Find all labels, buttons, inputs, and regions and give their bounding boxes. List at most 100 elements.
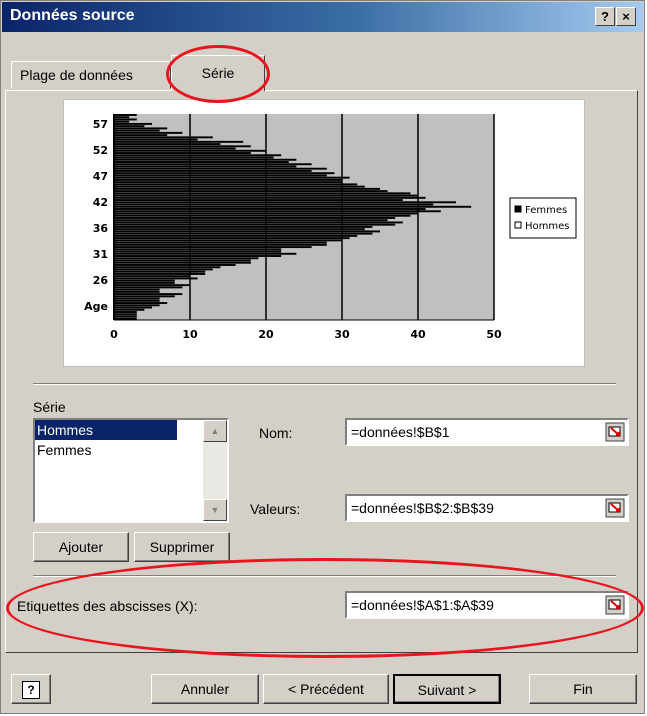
- x-tick-label: 10: [182, 328, 198, 341]
- bar-femmes: [114, 237, 350, 240]
- bar-femmes: [114, 268, 213, 271]
- title-bar: Données source ? ×: [2, 2, 643, 32]
- bar-femmes: [114, 250, 282, 253]
- bar-femmes: [114, 178, 342, 181]
- bar-hommes: [114, 149, 266, 152]
- chart-svg: 0 10 20 30 40 50 Age 26 31 36 42 47 52 57 Femmes Hommes: [84, 114, 577, 341]
- bar-hommes: [114, 279, 175, 282]
- bar-femmes: [114, 116, 130, 119]
- bar-hommes: [114, 221, 403, 224]
- bar-femmes: [114, 187, 380, 190]
- bar-hommes: [114, 302, 168, 305]
- bar-hommes: [114, 114, 137, 116]
- bar-hommes: [114, 306, 152, 309]
- legend-label: Femmes: [525, 205, 567, 216]
- scroll-down-icon[interactable]: ▼: [203, 499, 227, 521]
- x-tick-label: 0: [110, 328, 118, 341]
- bar-femmes: [114, 281, 175, 284]
- bar-hommes: [114, 208, 426, 210]
- bar-hommes: [114, 234, 358, 237]
- bar-hommes: [114, 145, 251, 148]
- y-tick-label: 36: [93, 222, 109, 235]
- bar-femmes: [114, 165, 297, 168]
- valeurs-field[interactable]: =données!$B$2:$B$39: [345, 494, 629, 522]
- bar-hommes: [114, 190, 388, 193]
- legend-swatch: [514, 205, 522, 213]
- range-selector-icon[interactable]: [605, 422, 625, 442]
- bar-hommes: [114, 230, 380, 233]
- scroll-up-icon[interactable]: ▲: [203, 420, 227, 442]
- bar-hommes: [114, 217, 396, 219]
- bar-hommes: [114, 176, 350, 179]
- add-series-button[interactable]: Ajouter: [33, 532, 129, 562]
- bar-femmes: [114, 138, 198, 141]
- bar-femmes: [114, 125, 145, 128]
- bar-femmes: [114, 286, 183, 289]
- close-button[interactable]: ×: [616, 7, 636, 26]
- nom-value: =données!$B$1: [351, 424, 450, 440]
- bar-femmes: [114, 259, 251, 262]
- bar-femmes: [114, 228, 365, 231]
- bar-hommes: [114, 270, 206, 273]
- y-tick-label: 31: [93, 248, 108, 261]
- legend-swatch: [514, 221, 522, 229]
- range-selector-icon[interactable]: [605, 498, 625, 518]
- finish-button[interactable]: Fin: [529, 674, 637, 704]
- bar-femmes: [114, 219, 388, 222]
- bar-femmes: [114, 241, 327, 244]
- y-tick-label: 42: [93, 196, 108, 209]
- y-tick-label: 52: [93, 144, 108, 157]
- highlight-circle-tab: [166, 45, 270, 103]
- bar-hommes: [114, 243, 327, 246]
- bar-hommes: [114, 131, 183, 134]
- bar-hommes: [114, 140, 244, 143]
- bar-femmes: [114, 308, 145, 311]
- bar-femmes: [114, 152, 251, 155]
- y-tick-label: 47: [93, 170, 108, 183]
- bar-femmes: [114, 210, 441, 213]
- bar-hommes: [114, 194, 418, 197]
- serie-group-label: Série: [33, 399, 66, 415]
- bar-hommes: [114, 311, 137, 313]
- bar-femmes: [114, 161, 289, 163]
- bar-hommes: [114, 284, 190, 287]
- bar-hommes: [114, 252, 297, 255]
- series-listbox[interactable]: Hommes Femmes ▲ ▼: [33, 418, 229, 523]
- bar-hommes: [114, 118, 137, 121]
- remove-series-button[interactable]: Supprimer: [134, 532, 230, 562]
- bar-femmes: [114, 120, 130, 123]
- bar-femmes: [114, 299, 160, 302]
- bar-femmes: [114, 255, 282, 258]
- bar-hommes: [114, 154, 282, 157]
- nom-label: Nom:: [259, 425, 293, 441]
- series-item-hommes[interactable]: Hommes: [35, 420, 177, 440]
- help-title-button[interactable]: ?: [595, 7, 615, 26]
- highlight-circle-abscisses: [6, 558, 644, 658]
- bar-hommes: [114, 136, 213, 139]
- bar-femmes: [114, 290, 160, 293]
- series-scrollbar[interactable]: ▲ ▼: [203, 420, 227, 521]
- valeurs-label: Valeurs:: [250, 501, 301, 517]
- bar-femmes: [114, 201, 456, 204]
- bar-femmes: [114, 232, 373, 235]
- separator-top: [33, 383, 616, 385]
- cancel-button[interactable]: Annuler: [151, 674, 259, 704]
- bar-femmes: [114, 134, 168, 137]
- tab-plage-de-donnees[interactable]: Plage de données: [11, 61, 171, 89]
- help-button[interactable]: ?: [11, 674, 51, 704]
- nom-field[interactable]: =données!$B$1: [345, 418, 629, 446]
- x-tick-label: 30: [334, 328, 350, 341]
- bar-femmes: [114, 264, 236, 266]
- bar-femmes: [114, 174, 327, 177]
- bar-hommes: [114, 122, 152, 125]
- bar-hommes: [114, 261, 251, 264]
- bar-femmes: [114, 317, 137, 320]
- previous-button[interactable]: < Précédent: [263, 674, 389, 704]
- legend-box: [509, 197, 577, 239]
- next-button[interactable]: Suivant >: [393, 674, 501, 704]
- bar-hommes: [114, 158, 297, 161]
- x-tick-label: 20: [258, 328, 274, 341]
- bar-femmes: [114, 205, 472, 208]
- bar-hommes: [114, 266, 221, 269]
- series-item-femmes[interactable]: Femmes: [35, 440, 177, 460]
